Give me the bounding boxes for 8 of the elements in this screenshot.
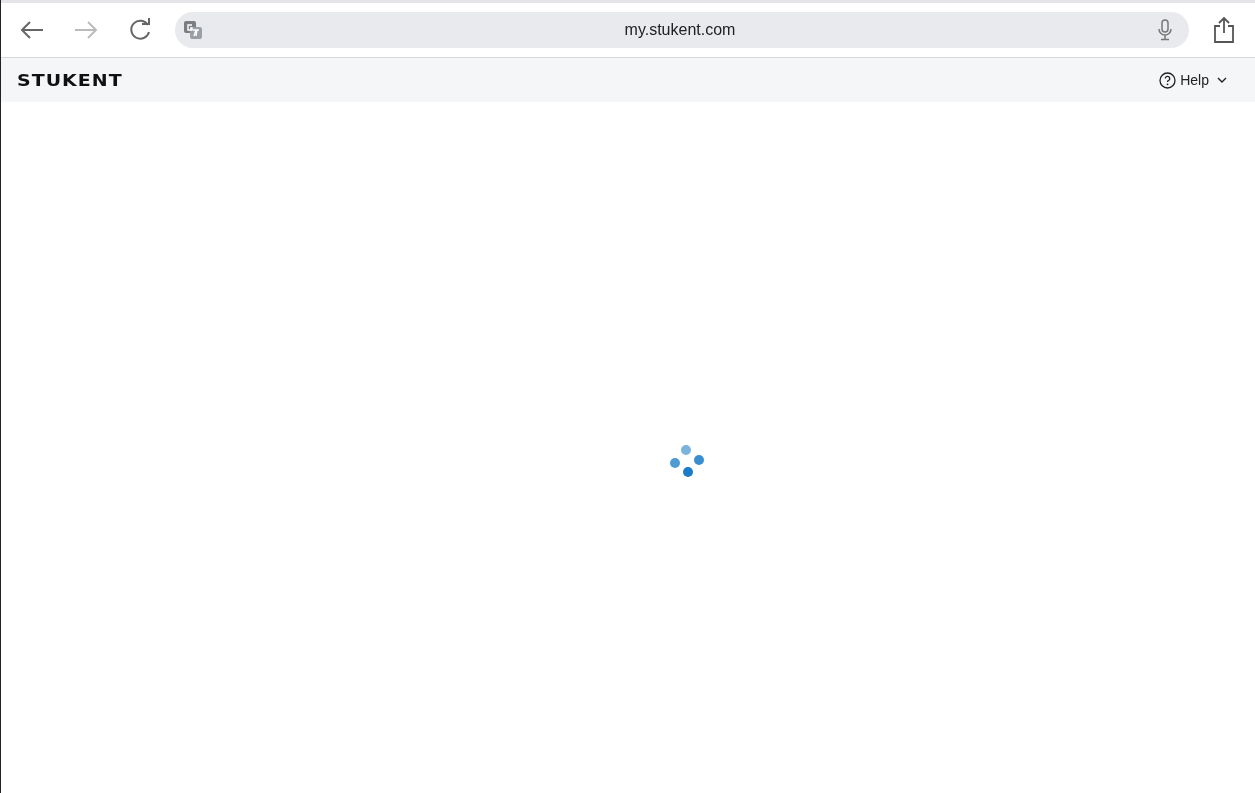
microphone-icon[interactable]	[1157, 19, 1173, 41]
address-bar[interactable]: my.stukent.com	[175, 12, 1189, 48]
translate-icon[interactable]	[183, 20, 203, 40]
url-text: my.stukent.com	[624, 21, 736, 38]
caret-icon	[1217, 76, 1227, 84]
logo[interactable]: STUKENT	[17, 68, 123, 92]
help-menu-button[interactable]: Help	[1155, 67, 1231, 93]
help-icon	[1159, 71, 1177, 89]
